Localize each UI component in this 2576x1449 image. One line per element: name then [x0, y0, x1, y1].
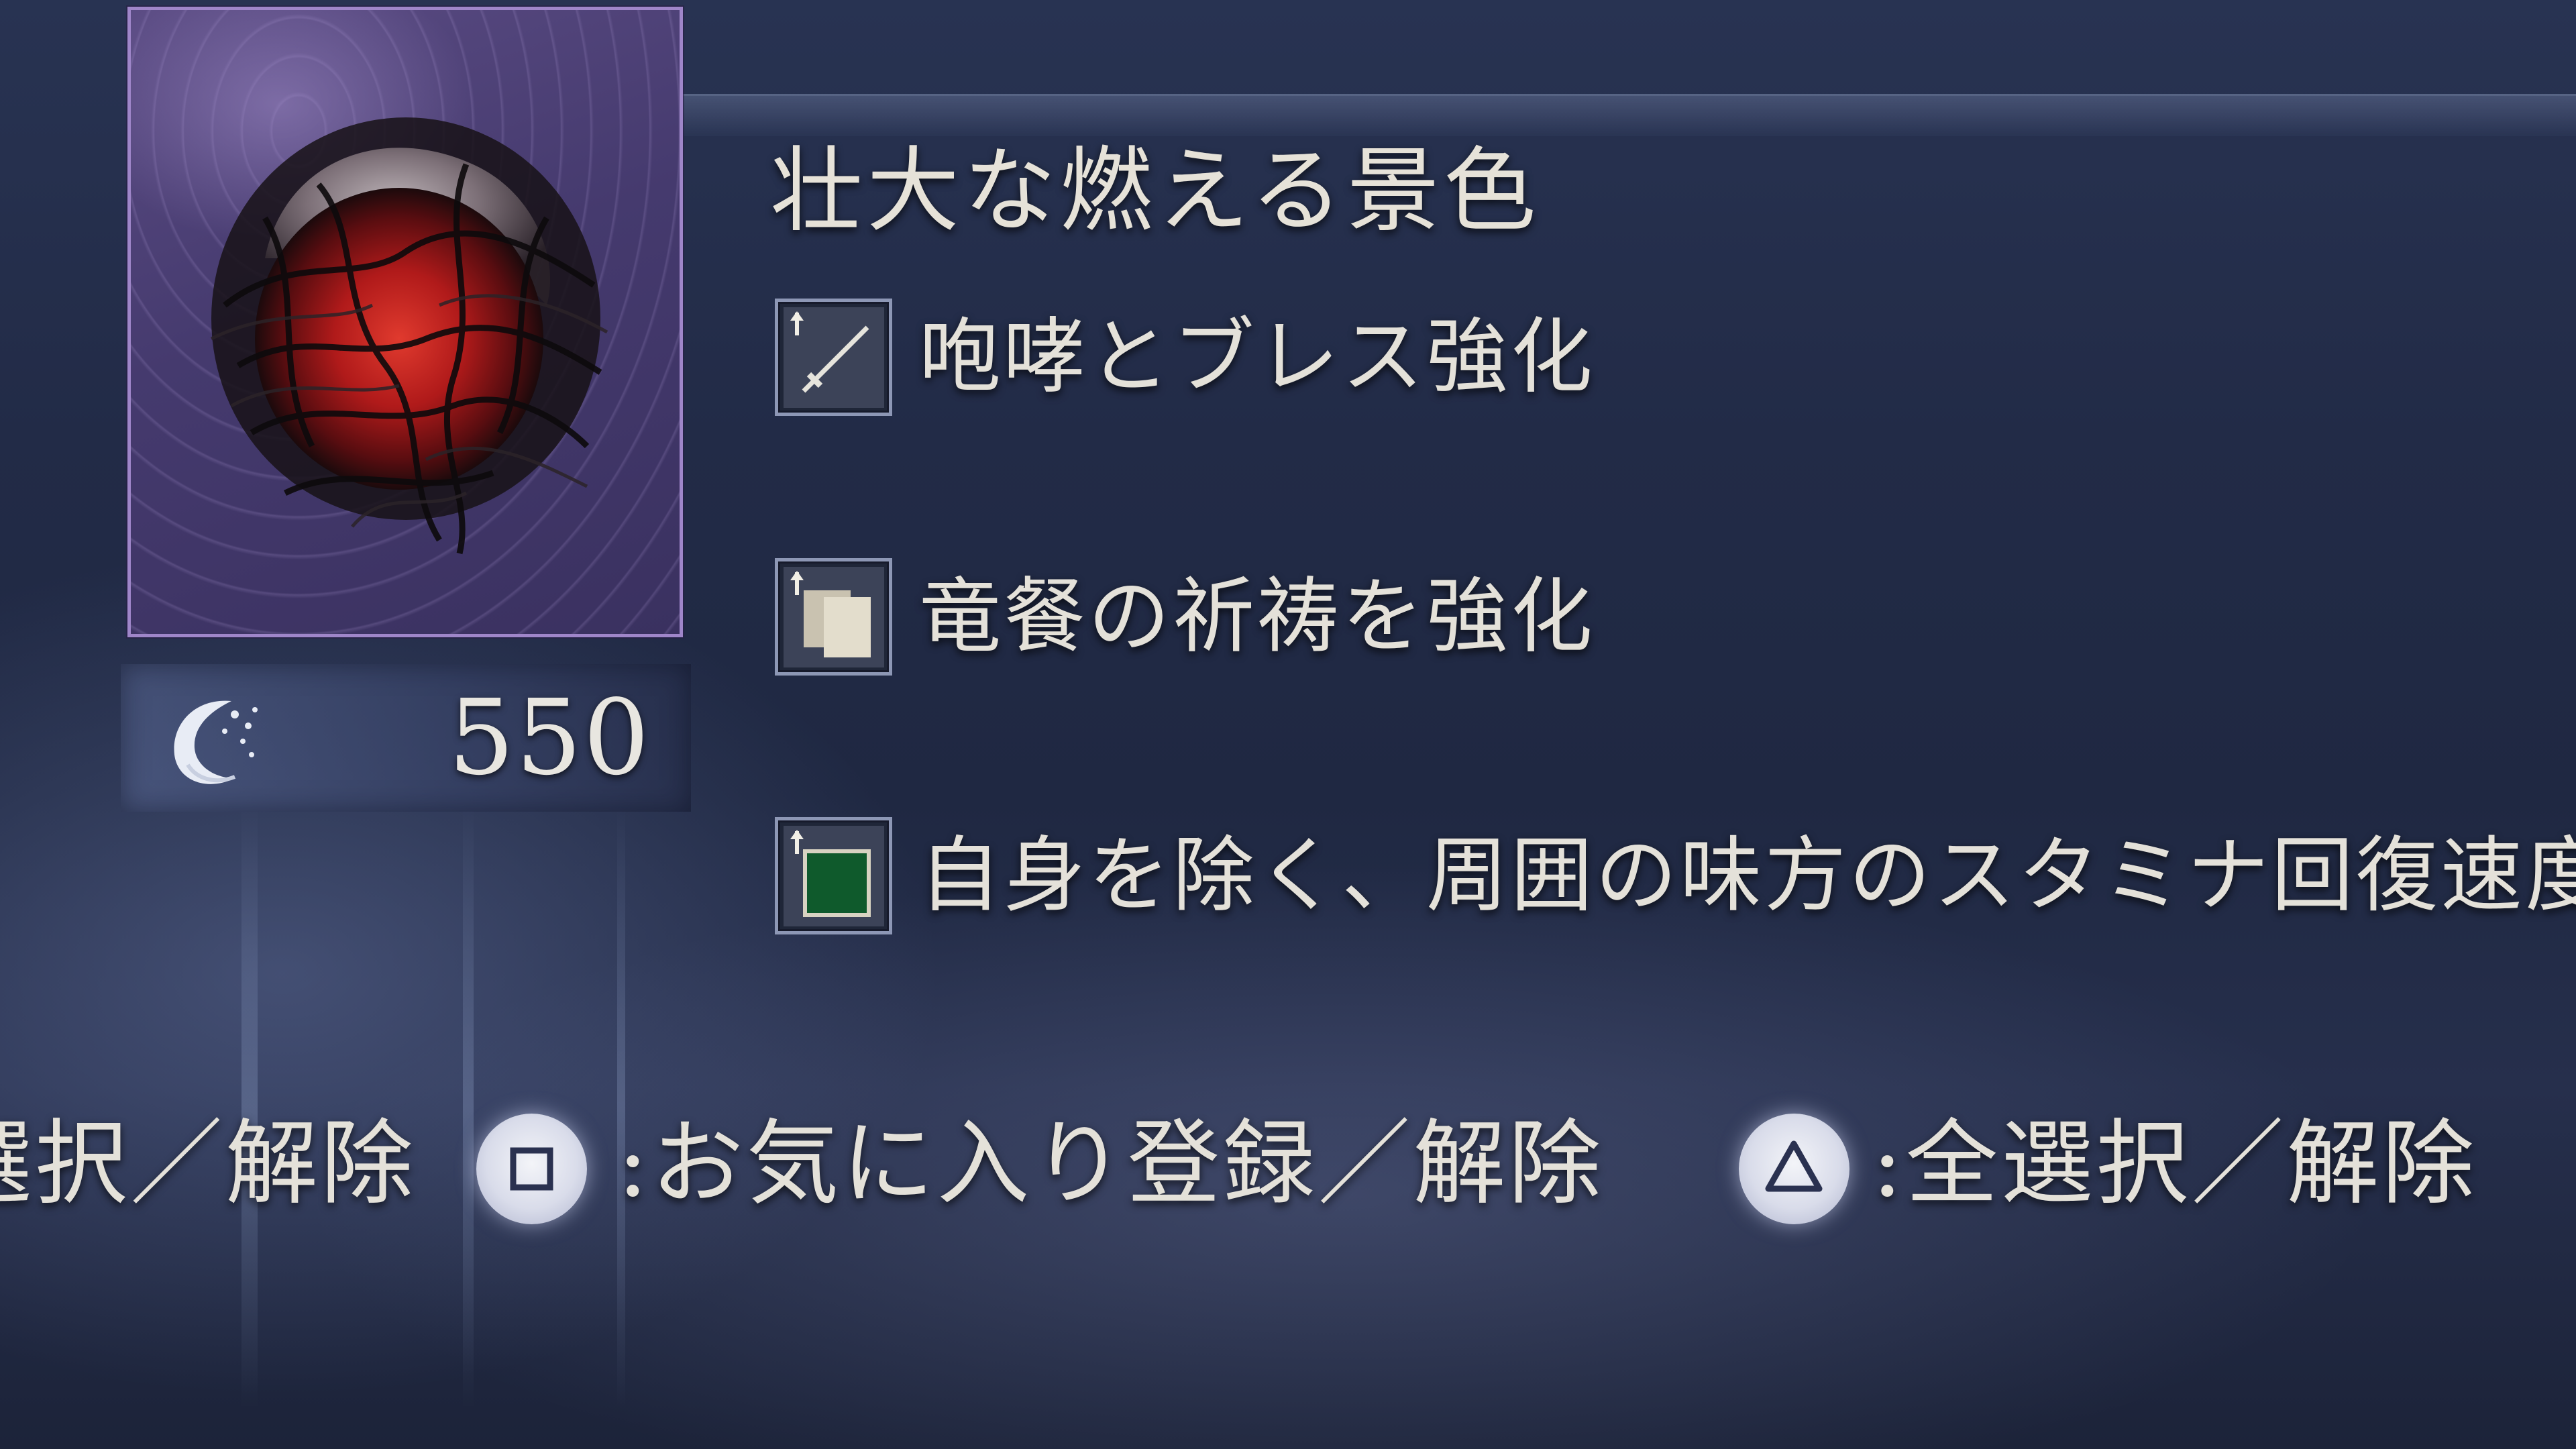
header-band — [678, 94, 2576, 136]
green-tile-upgrade-icon — [775, 817, 892, 934]
select-all-toggle-hint[interactable]: :全選択／解除 — [1872, 1107, 2477, 1221]
triangle-button-icon[interactable] — [1739, 1114, 1849, 1224]
relic-detail-screen: 550 壮大な燃える景色 咆哮とブレス強化 竜餐の祈祷を強化 自身を除く、周囲の… — [0, 0, 2576, 1449]
burning-scene-relic-icon — [210, 117, 608, 555]
relic-image-frame — [127, 7, 683, 637]
sword-upgrade-icon — [775, 299, 892, 416]
relic-cost: 550 — [448, 677, 651, 798]
cost-plate: 550 — [121, 664, 691, 812]
button-hint-bar: 選択／解除 :お気に入り登録／解除 :全選択／解除 — [0, 1087, 2576, 1248]
effect-label: 竜餐の祈祷を強化 — [919, 569, 1595, 664]
select-toggle-hint[interactable]: 選択／解除 — [0, 1107, 416, 1221]
square-button-icon[interactable] — [476, 1114, 587, 1224]
scroll-upgrade-icon — [775, 558, 892, 676]
favorite-toggle-hint[interactable]: :お気に入り登録／解除 — [617, 1107, 1604, 1221]
effect-label: 自身を除く、周囲の味方のスタミナ回復速度 — [919, 828, 2576, 923]
rune-currency-icon — [174, 700, 258, 784]
effect-label: 咆哮とブレス強化 — [919, 309, 1595, 405]
relic-name: 壮大な燃える景色 — [770, 137, 1540, 245]
